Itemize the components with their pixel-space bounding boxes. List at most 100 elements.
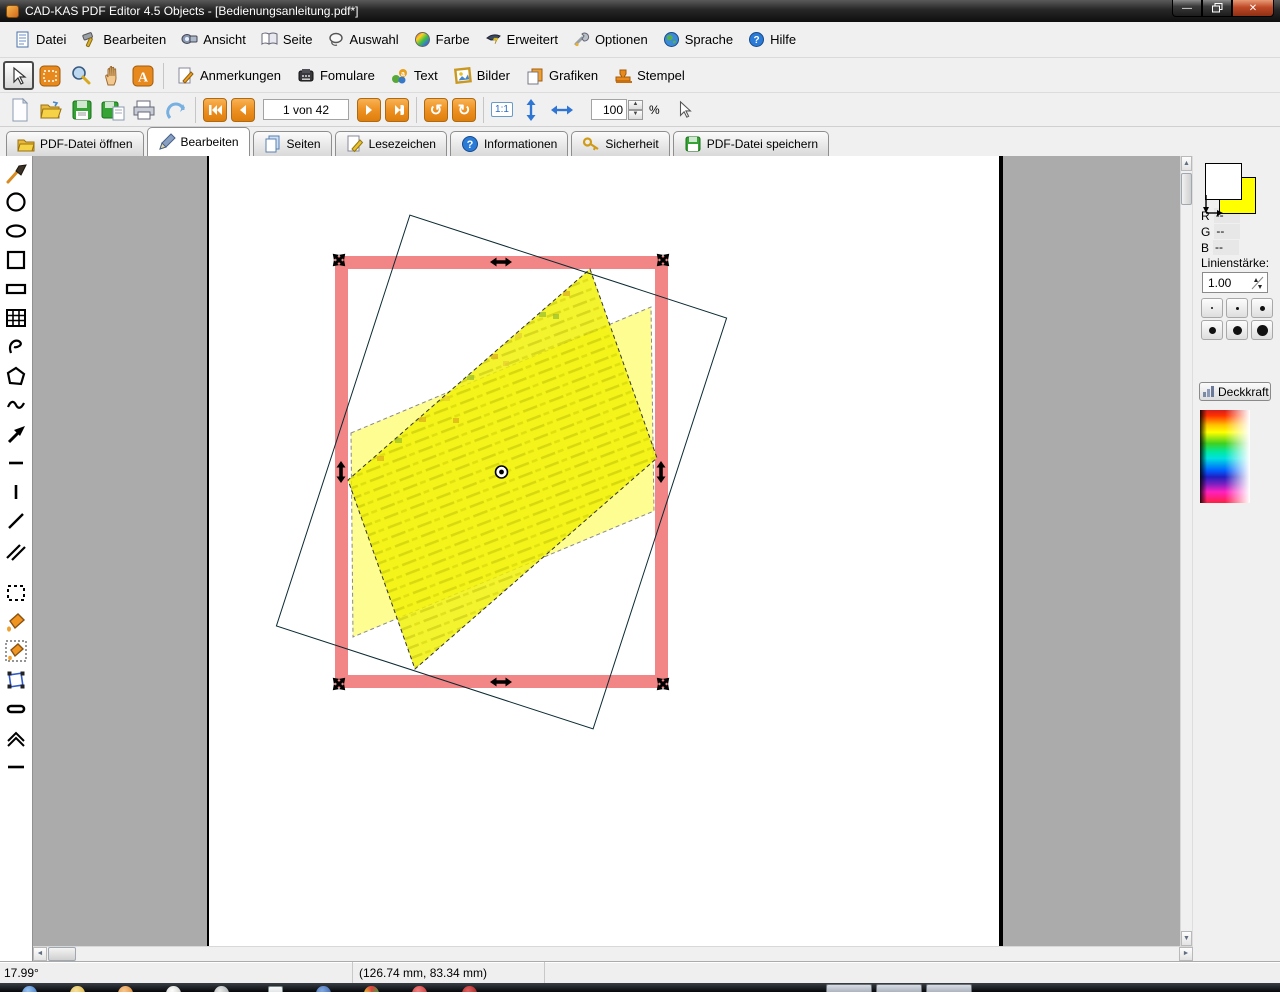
line-width-field[interactable]: 1.00 bbox=[1202, 272, 1268, 293]
tool-brush[interactable] bbox=[2, 158, 30, 187]
swap-colors-icon[interactable] bbox=[1201, 193, 1227, 219]
tab-sicherheit[interactable]: Sicherheit bbox=[571, 131, 669, 156]
taskbar-icon-3[interactable] bbox=[166, 986, 181, 992]
menu-hilfe[interactable]: ? Hilfe bbox=[742, 27, 805, 52]
tool-horizontal-line-short[interactable] bbox=[2, 448, 30, 477]
taskbar-icon-8[interactable] bbox=[412, 986, 427, 992]
taskbar-icon-7[interactable] bbox=[364, 986, 379, 992]
rotate-right-button[interactable]: ↻ bbox=[452, 98, 476, 122]
stempel-button[interactable]: Stempel bbox=[606, 64, 693, 88]
taskbar-window-button-1[interactable] bbox=[826, 984, 872, 992]
vertical-scrollbar[interactable]: ▲ ▼ bbox=[1180, 156, 1192, 946]
pointer-mode-button[interactable] bbox=[670, 95, 701, 124]
fit-width-button[interactable] bbox=[546, 95, 577, 124]
restore-button[interactable] bbox=[1202, 0, 1232, 17]
rect-select-tool-button[interactable] bbox=[34, 61, 65, 90]
windows-taskbar[interactable] bbox=[0, 983, 1280, 992]
scroll-down-button[interactable]: ▼ bbox=[1181, 931, 1192, 946]
save-file-button[interactable] bbox=[66, 95, 97, 124]
close-button[interactable]: ✕ bbox=[1232, 0, 1274, 17]
taskbar-icon-1[interactable] bbox=[70, 986, 85, 992]
tab-lesezeichen[interactable]: Lesezeichen bbox=[335, 131, 447, 156]
taskbar-window-button-3[interactable] bbox=[926, 984, 972, 992]
text-tool-button[interactable]: A bbox=[127, 61, 158, 90]
tool-fill-selection[interactable] bbox=[2, 636, 30, 665]
page-number-input[interactable] bbox=[263, 99, 349, 120]
tab-bearbeiten[interactable]: Bearbeiten bbox=[147, 127, 250, 156]
tool-curve[interactable] bbox=[2, 332, 30, 361]
thickness-3-button[interactable] bbox=[1251, 298, 1273, 318]
opacity-button[interactable]: Deckkraft bbox=[1199, 382, 1271, 401]
formulare-button[interactable]: Fomulare bbox=[289, 64, 383, 88]
undo-button[interactable] bbox=[159, 95, 190, 124]
menu-auswahl[interactable]: Auswahl bbox=[322, 27, 408, 52]
bilder-button[interactable]: Bilder bbox=[446, 64, 518, 88]
zoom-level-input[interactable] bbox=[591, 99, 627, 120]
tool-transform[interactable] bbox=[2, 665, 30, 694]
menu-optionen[interactable]: Optionen bbox=[567, 27, 657, 52]
text-objects-button[interactable]: a Text bbox=[383, 64, 446, 88]
menu-bearbeiten[interactable]: Bearbeiten bbox=[75, 27, 175, 52]
open-file-button[interactable] bbox=[35, 95, 66, 124]
previous-page-button[interactable] bbox=[231, 98, 255, 122]
thickness-2-button[interactable] bbox=[1226, 298, 1248, 318]
tool-wave[interactable] bbox=[2, 390, 30, 419]
menu-sprache[interactable]: Sprache bbox=[657, 27, 742, 52]
scroll-left-button[interactable]: ◄ bbox=[33, 947, 47, 961]
rotate-left-button[interactable]: ↺ bbox=[424, 98, 448, 122]
tool-ellipse[interactable] bbox=[2, 216, 30, 245]
menu-farbe[interactable]: Farbe bbox=[408, 27, 479, 52]
select-tool-button[interactable] bbox=[3, 61, 34, 90]
scroll-up-button[interactable]: ▲ bbox=[1181, 156, 1192, 171]
print-button[interactable] bbox=[128, 95, 159, 124]
tool-table[interactable] bbox=[2, 303, 30, 332]
vertical-scroll-thumb[interactable] bbox=[1181, 173, 1192, 205]
zoom-spinner[interactable]: ▲ ▼ bbox=[628, 100, 643, 120]
tool-arrow[interactable] bbox=[2, 419, 30, 448]
tool-polygon[interactable] bbox=[2, 361, 30, 390]
start-orb-icon[interactable] bbox=[22, 986, 37, 992]
next-page-button[interactable] bbox=[357, 98, 381, 122]
taskbar-window-button-2[interactable] bbox=[876, 984, 922, 992]
taskbar-icon-2[interactable] bbox=[118, 986, 133, 992]
horizontal-scrollbar[interactable]: ◄ ► bbox=[33, 946, 1193, 961]
tool-fill[interactable] bbox=[2, 607, 30, 636]
zoom-up-button[interactable]: ▲ bbox=[628, 100, 643, 110]
tab-pdf-datei-oeffnen[interactable]: PDF-Datei öffnen bbox=[6, 131, 144, 156]
zoom-actual-size-button[interactable]: 1:1 bbox=[489, 95, 515, 124]
thickness-4-button[interactable] bbox=[1201, 320, 1223, 340]
taskbar-icon-6[interactable] bbox=[316, 986, 331, 992]
taskbar-icon-9[interactable] bbox=[462, 986, 477, 992]
zoom-down-button[interactable]: ▼ bbox=[628, 110, 643, 120]
horizontal-scroll-thumb[interactable] bbox=[48, 947, 76, 961]
tool-double-chevron[interactable] bbox=[2, 723, 30, 752]
menu-erweitert[interactable]: Erweitert bbox=[479, 27, 567, 52]
new-file-button[interactable] bbox=[4, 95, 35, 124]
save-as-button[interactable] bbox=[97, 95, 128, 124]
grafiken-button[interactable]: Grafiken bbox=[518, 64, 606, 88]
menu-seite[interactable]: Seite bbox=[255, 27, 322, 52]
tool-vertical-line[interactable] bbox=[2, 477, 30, 506]
first-page-button[interactable] bbox=[203, 98, 227, 122]
fit-height-button[interactable] bbox=[515, 95, 546, 124]
line-width-spinner-icon[interactable] bbox=[1250, 275, 1265, 291]
tool-horizontal-line[interactable] bbox=[2, 752, 30, 781]
thickness-5-button[interactable] bbox=[1226, 320, 1248, 340]
tool-double-diagonal-line[interactable] bbox=[2, 535, 30, 564]
minimize-button[interactable]: — bbox=[1172, 0, 1202, 17]
tool-square[interactable] bbox=[2, 245, 30, 274]
last-page-button[interactable] bbox=[385, 98, 409, 122]
thickness-6-button[interactable] bbox=[1251, 320, 1273, 340]
taskbar-icon-4[interactable] bbox=[214, 986, 229, 992]
tab-seiten[interactable]: Seiten bbox=[253, 131, 332, 156]
tool-diagonal-line[interactable] bbox=[2, 506, 30, 535]
tab-pdf-datei-speichern[interactable]: PDF-Datei speichern bbox=[673, 131, 829, 156]
menu-datei[interactable]: Datei bbox=[8, 27, 75, 52]
tool-rectangle[interactable] bbox=[2, 274, 30, 303]
tool-circle[interactable] bbox=[2, 187, 30, 216]
document-canvas[interactable] bbox=[33, 156, 1180, 946]
tool-thick-line[interactable] bbox=[2, 694, 30, 723]
tool-select-rectangle[interactable] bbox=[2, 578, 30, 607]
thickness-1-button[interactable] bbox=[1201, 298, 1223, 318]
taskbar-icon-5[interactable] bbox=[268, 986, 283, 992]
